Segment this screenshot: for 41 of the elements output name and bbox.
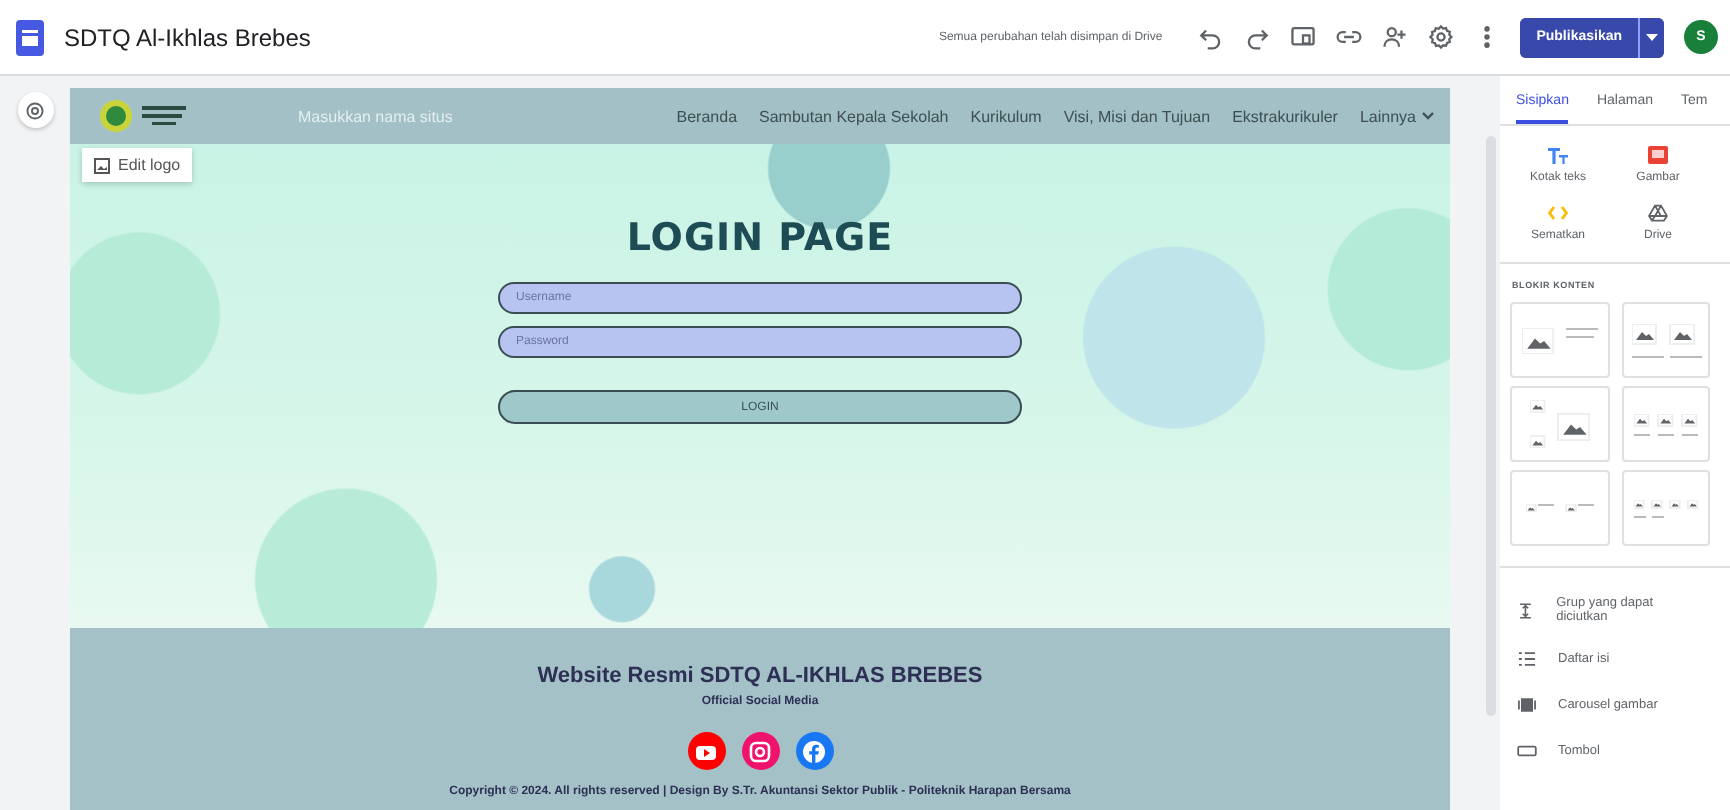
- nav-link[interactable]: Lainnya: [1359, 107, 1434, 125]
- social-link[interactable]: [795, 732, 833, 770]
- login-heading: LOGIN PAGE: [626, 216, 894, 260]
- publish-dropdown-button[interactable]: [1638, 17, 1664, 57]
- carousel-icon: [1516, 694, 1538, 716]
- settings-icon: [24, 99, 46, 121]
- collapse-icon: [1516, 599, 1537, 621]
- preview-icon[interactable]: [1290, 24, 1317, 50]
- footer-title: Website Resmi SDTQ AL-IKHLAS BREBES: [537, 664, 983, 688]
- drive-icon: [1647, 204, 1668, 222]
- button-shape-icon: [1516, 740, 1538, 762]
- undo-icon[interactable]: [1198, 24, 1225, 50]
- image-icon: [94, 157, 110, 173]
- sites-logo-icon[interactable]: [16, 19, 44, 55]
- nav-link[interactable]: Sambutan Kepala Sekolah: [759, 107, 949, 125]
- caret-icon: [1646, 33, 1658, 41]
- layout-preview-drawing: [1522, 327, 1598, 353]
- layout-preview-drawing: [1634, 499, 1698, 517]
- layout-preview-drawing: [1530, 400, 1590, 448]
- social-link[interactable]: [687, 732, 725, 770]
- nav-link[interactable]: Beranda: [676, 107, 738, 125]
- layout-block[interactable]: [1622, 302, 1710, 378]
- layout-block[interactable]: [1510, 386, 1610, 462]
- nav-link[interactable]: Ekstrakurikuler: [1232, 107, 1338, 125]
- list-icon: [1516, 648, 1538, 670]
- social-link[interactable]: [741, 732, 779, 770]
- layout-preview-drawing: [1526, 504, 1594, 512]
- settings-icon[interactable]: [1428, 24, 1455, 50]
- layout-preview-drawing: [1631, 323, 1701, 357]
- site-title[interactable]: SDTQ Al-Ikhlas Brebes: [64, 23, 311, 51]
- settings-button[interactable]: [17, 92, 53, 128]
- nav-link[interactable]: Visi, Misi dan Tujuan: [1063, 107, 1211, 125]
- nav-link[interactable]: Kurikulum: [970, 107, 1042, 125]
- code-icon: [1547, 204, 1568, 222]
- share-person-icon[interactable]: [1382, 24, 1409, 50]
- image-icon: [1648, 146, 1668, 164]
- redo-icon[interactable]: [1244, 24, 1271, 50]
- facebook-icon: [798, 735, 830, 767]
- text-icon: [1547, 146, 1568, 164]
- layout-preview-drawing: [1634, 413, 1698, 435]
- edit-logo-button[interactable]: Edit logo: [82, 148, 193, 182]
